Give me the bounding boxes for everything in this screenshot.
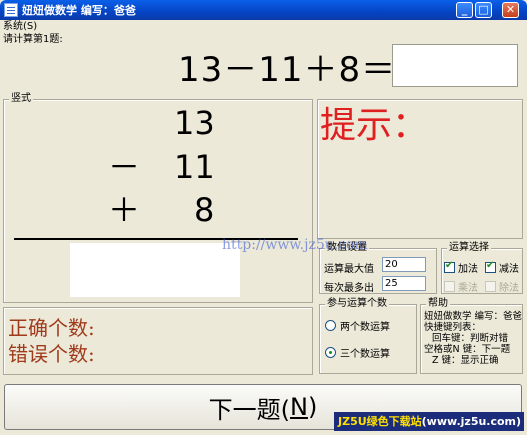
operation-panel-title: 运算选择	[447, 242, 491, 254]
two-operands-radio[interactable]: 两个数运算	[325, 318, 390, 333]
help-row: 空格或N 键：下一题	[424, 344, 511, 355]
watermark-text: http://www.jz5u.com	[222, 237, 368, 253]
help-title: 帮助	[426, 298, 450, 310]
vertical-answer-box[interactable]	[70, 243, 240, 297]
help-row: 快捷键列表：	[424, 322, 482, 333]
subtract-label: 减法	[499, 264, 519, 275]
checkbox-icon	[444, 281, 455, 292]
site-badge-url: (www.jz5u.com)	[421, 415, 522, 428]
title-bar: 妞妞做数学 编写：爸爸 _ □ ✕	[0, 0, 527, 20]
radio-selected-icon	[325, 347, 336, 358]
help-row: 回车键：判断对错	[432, 333, 509, 344]
max-value-field[interactable]: 20	[382, 257, 426, 272]
question-prompt: 请计算第1题:	[3, 34, 63, 45]
menu-bar: 系统(S)	[0, 20, 527, 33]
radio-icon	[325, 320, 336, 331]
exceed-value-field[interactable]: 25	[382, 276, 426, 291]
vertical-panel-title: 竖式	[9, 93, 33, 105]
app-icon	[4, 3, 18, 17]
site-badge: JZ5U绿色下载站(www.jz5u.com)	[334, 412, 524, 431]
minimize-button[interactable]: _	[456, 2, 473, 18]
add-checkbox[interactable]: 加法	[444, 260, 478, 275]
checkbox-icon	[485, 281, 496, 292]
menu-system[interactable]: 系统(S)	[3, 21, 37, 32]
three-operands-label: 三个数运算	[340, 349, 390, 360]
vertical-line-2: 11	[174, 148, 215, 186]
multiply-checkbox[interactable]: 乘法	[444, 279, 478, 294]
vertical-op-3: ＋	[108, 191, 141, 229]
multiply-label: 乘法	[458, 283, 478, 294]
next-button-label: 下一题(	[208, 395, 291, 424]
hint-title: 提示：	[320, 105, 429, 146]
exceed-label: 每次最多出	[324, 283, 374, 294]
checkbox-check-icon	[485, 260, 496, 273]
help-row: Z 键：显示正确	[432, 355, 499, 366]
add-label: 加法	[458, 264, 478, 275]
divide-label: 除法	[499, 283, 519, 294]
vertical-line-1: 13	[174, 104, 215, 142]
help-row: 妞妞做数学 编写：爸爸	[424, 311, 523, 322]
divide-checkbox[interactable]: 除法	[485, 279, 519, 294]
next-button-label-end: )	[307, 393, 318, 421]
operand-count-title: 参与运算个数	[325, 298, 389, 310]
correct-count-label: 正确个数:	[8, 316, 95, 340]
next-button-hotkey: N	[290, 393, 308, 421]
vertical-op-2: －	[108, 148, 141, 186]
maximize-button[interactable]: □	[475, 2, 492, 18]
subtract-checkbox[interactable]: 减法	[485, 260, 519, 275]
equation-text: 13－11＋8＝	[178, 50, 397, 90]
max-value-label: 运算最大值	[324, 264, 374, 275]
window-title: 妞妞做数学 编写：爸爸	[22, 4, 136, 17]
answer-input[interactable]	[392, 44, 518, 87]
vertical-line-3: 8	[194, 191, 215, 229]
close-button[interactable]: ✕	[502, 2, 519, 18]
two-operands-label: 两个数运算	[340, 322, 390, 333]
site-badge-name: JZ5U绿色下载站	[338, 415, 422, 428]
operand-count-panel: 参与运算个数	[319, 298, 417, 374]
wrong-count-label: 错误个数:	[8, 342, 95, 366]
checkbox-check-icon	[444, 260, 455, 273]
three-operands-radio[interactable]: 三个数运算	[325, 345, 390, 360]
